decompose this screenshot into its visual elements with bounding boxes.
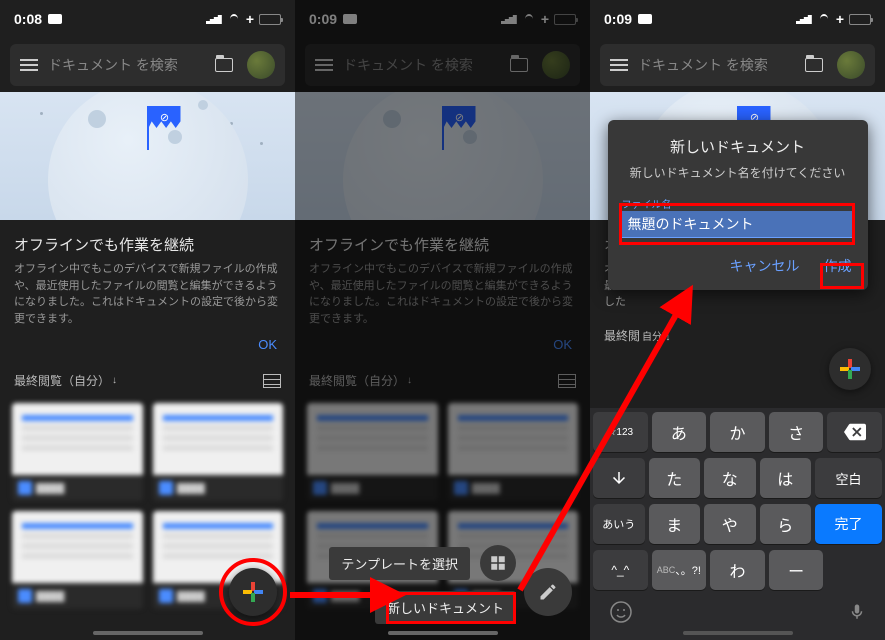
fab-menu: テンプレートを選択 新しいドキュメント: [329, 545, 516, 624]
dnd-icon: [48, 14, 62, 24]
field-label: ファイル名: [622, 196, 854, 211]
kb-key[interactable]: ^_^: [593, 550, 648, 590]
avatar[interactable]: [837, 51, 865, 79]
battery-icon: [259, 14, 281, 25]
emoji-icon[interactable]: [609, 600, 633, 624]
kb-key[interactable]: [593, 458, 645, 498]
kb-key[interactable]: は: [760, 458, 812, 498]
status-bar: 0:09 +: [590, 0, 885, 38]
dim-overlay[interactable]: [295, 0, 590, 640]
offline-title: オフラインでも作業を継続: [14, 234, 281, 255]
offline-desc: オフライン中でもこのデバイスで新規ファイルの作成や、最近使用したファイルの閲覧と…: [14, 261, 281, 327]
doc-card[interactable]: ████: [153, 403, 284, 501]
screen-2-menu: 0:09 + ドキュメント を検索 ⊘ オフラインでも作業を継続 オフライン中で…: [295, 0, 590, 640]
menu-icon[interactable]: [610, 59, 628, 71]
signal-icon: [796, 14, 812, 24]
kb-key[interactable]: あいう: [593, 504, 645, 544]
ok-button[interactable]: OK: [14, 327, 281, 356]
folder-icon[interactable]: [805, 58, 823, 72]
avatar[interactable]: [247, 51, 275, 79]
cancel-button[interactable]: キャンセル: [728, 252, 802, 280]
kb-key[interactable]: ま: [649, 504, 701, 544]
sort-arrow-icon: ↓: [112, 375, 117, 386]
home-indicator[interactable]: [93, 631, 203, 635]
dnd-icon: [638, 14, 652, 24]
screen-3-dialog: 0:09 + ドキュメント を検索 ⊘ オフ オフ最近した 最終閲自分)↓ 新し…: [590, 0, 885, 640]
kb-key[interactable]: な: [704, 458, 756, 498]
plus-status-icon: +: [246, 11, 254, 27]
kb-key[interactable]: ー: [769, 550, 824, 590]
home-indicator[interactable]: [388, 631, 498, 635]
kb-key[interactable]: や: [704, 504, 756, 544]
kb-key[interactable]: た: [649, 458, 701, 498]
screen-1-home: 0:08 + ドキュメント を検索 ⊘ オフラインでも作業を継続 オフライン中で…: [0, 0, 295, 640]
folder-icon[interactable]: [215, 58, 233, 72]
kb-key[interactable]: ☆123: [593, 412, 648, 452]
status-bar: 0:08 +: [0, 0, 295, 38]
new-doc-dialog: 新しいドキュメント 新しいドキュメント名を付けてください ファイル名 キャンセル…: [608, 120, 868, 290]
kb-key[interactable]: あ: [652, 412, 707, 452]
kb-key[interactable]: さ: [769, 412, 824, 452]
keyboard: ☆123 あ か さ た な は 空白 あいう ま や ら 完了 ^_^ ABC…: [590, 408, 885, 640]
search-placeholder: ドキュメント を検索: [48, 55, 205, 75]
template-icon[interactable]: [480, 545, 516, 581]
clock: 0:09: [604, 11, 632, 27]
fab-new[interactable]: [229, 568, 277, 616]
kb-key[interactable]: わ: [710, 550, 765, 590]
search-bar[interactable]: ドキュメント を検索: [600, 44, 875, 86]
kb-backspace[interactable]: [827, 412, 882, 452]
create-button[interactable]: 作成: [822, 252, 854, 280]
kb-done[interactable]: 完了: [815, 504, 882, 544]
kb-key[interactable]: ABC、。?!: [652, 550, 707, 590]
filename-input[interactable]: [622, 211, 854, 238]
template-option[interactable]: テンプレートを選択: [329, 547, 470, 580]
dialog-title: 新しいドキュメント: [622, 136, 854, 157]
wifi-icon: [227, 14, 241, 24]
plus-icon: [243, 582, 263, 602]
kb-key[interactable]: か: [710, 412, 765, 452]
menu-icon[interactable]: [20, 59, 38, 71]
fab-new[interactable]: [829, 348, 871, 390]
fab-edit[interactable]: [524, 568, 572, 616]
mic-icon[interactable]: [848, 601, 866, 623]
home-indicator[interactable]: [683, 631, 793, 635]
clock: 0:08: [14, 11, 42, 27]
kb-key[interactable]: ら: [760, 504, 812, 544]
doc-card[interactable]: ████: [12, 511, 143, 609]
plus-icon: [840, 359, 860, 379]
offline-banner: ⊘: [0, 92, 295, 220]
plus-status-icon: +: [836, 11, 844, 27]
battery-icon: [849, 14, 871, 25]
search-placeholder: ドキュメント を検索: [638, 55, 795, 75]
sort-label[interactable]: 最終閲覧（自分）: [14, 372, 110, 389]
search-bar[interactable]: ドキュメント を検索: [10, 44, 285, 86]
kb-space[interactable]: 空白: [815, 458, 882, 498]
view-toggle-icon[interactable]: [263, 374, 281, 388]
sort-label-partial[interactable]: 最終閲: [604, 327, 640, 344]
wifi-icon: [817, 14, 831, 24]
signal-icon: [206, 14, 222, 24]
new-doc-option[interactable]: 新しいドキュメント: [375, 591, 516, 624]
doc-card[interactable]: ████: [12, 403, 143, 501]
dialog-subtitle: 新しいドキュメント名を付けてください: [622, 165, 854, 182]
